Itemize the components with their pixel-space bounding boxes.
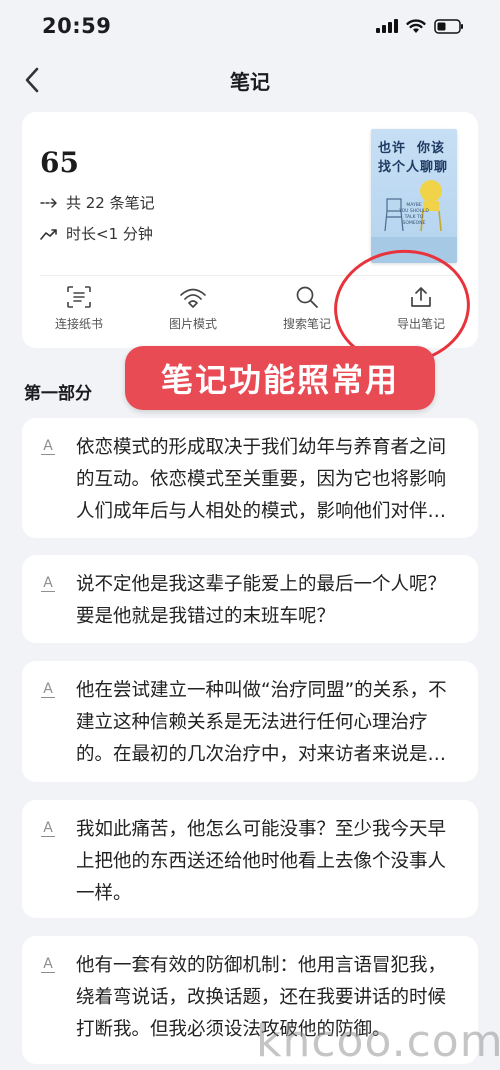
annotation-banner: 笔记功能照常用: [125, 346, 435, 410]
book-cover-title: 也许 你该 找个人聊聊: [378, 141, 449, 175]
score-value: 65: [40, 146, 79, 179]
note-card[interactable]: A 说不定他是我这辈子能爱上的最后一个人呢？要是他就是我错过的末班车呢？: [22, 555, 478, 643]
note-text: 依恋模式的形成取决于我们幼年与养育者之间的互动。依恋模式至关重要，因为它也将影响…: [76, 437, 447, 522]
export-icon: [411, 287, 431, 307]
note-card[interactable]: A 他在尝试建立一种叫做“治疗同盟”的关系，不建立这种信赖关系是无法进行任何心理…: [22, 661, 478, 782]
status-bar: 20:59: [0, 0, 500, 52]
export-notes-label: 导出笔记: [396, 317, 445, 331]
note-card[interactable]: A 依恋模式的形成取决于我们幼年与养育者之间的互动。依恋模式至关重要，因为它也将…: [22, 418, 478, 538]
book-cover-subtitle: MAYBE YOU SHOULD TALK TO SOMEONE: [399, 203, 429, 226]
duration-row: 时长<1 分钟: [40, 223, 153, 244]
signal-icon: [376, 19, 398, 33]
status-time: 20:59: [42, 14, 112, 38]
notes-count: 共 22 条笔记: [66, 194, 155, 212]
underline-icon: A: [40, 575, 56, 593]
note-card[interactable]: A 我如此痛苦，他怎么可能没事？至少我今天早上把他的东西送还给他时他看上去像个没…: [22, 800, 478, 918]
note-text: 他在尝试建立一种叫做“治疗同盟”的关系，不建立这种信赖关系是无法进行任何心理治疗…: [76, 680, 447, 765]
reading-duration: 时长<1 分钟: [66, 225, 153, 243]
notes-count-row: 共 22 条笔记: [40, 192, 155, 213]
image-mode-button[interactable]: 图片模式: [136, 285, 250, 341]
battery-icon: [434, 18, 463, 34]
search-notes-button[interactable]: 搜索笔记: [250, 285, 364, 341]
chevron-left-icon: [25, 67, 39, 93]
trend-icon: [40, 228, 57, 240]
underline-icon: A: [40, 956, 56, 974]
notes-arrow-icon: [40, 197, 57, 208]
connect-book-label: 连接纸书: [54, 317, 103, 331]
underline-icon: A: [40, 820, 56, 838]
image-mode-icon: [180, 288, 206, 308]
notes-summary-card: 65 共 22 条笔记 时长<1 分钟 也许 你该 找个人聊聊 MAYBE YO…: [22, 112, 478, 348]
image-mode-label: 图片模式: [168, 317, 217, 331]
book-cover-floor: [371, 237, 457, 263]
note-text: 我如此痛苦，他怎么可能没事？至少我今天早上把他的东西送还给他时他看上去像个没事人…: [76, 819, 447, 904]
note-text: 说不定他是我这辈子能爱上的最后一个人呢？要是他就是我错过的末班车呢？: [76, 574, 447, 627]
connect-book-button[interactable]: 连接纸书: [22, 285, 136, 341]
search-icon: [296, 286, 318, 308]
nav-bar: 笔记: [0, 52, 500, 108]
underline-icon: A: [40, 681, 56, 699]
search-notes-label: 搜索笔记: [282, 317, 331, 331]
back-button[interactable]: [10, 58, 54, 102]
action-bar: 连接纸书 图片模式 搜索笔记 导出笔记: [22, 285, 478, 341]
section-title: 第一部分: [24, 384, 92, 404]
book-cover[interactable]: 也许 你该 找个人聊聊 MAYBE YOU SHOULD TALK TO SOM…: [371, 129, 457, 263]
underline-icon: A: [40, 438, 56, 456]
page-title: 笔记: [230, 69, 270, 94]
wifi-icon: [406, 18, 426, 33]
export-notes-button[interactable]: 导出笔记: [364, 285, 478, 341]
scan-text-icon: [67, 286, 91, 308]
status-icons: [376, 18, 464, 34]
divider: [40, 275, 460, 276]
watermark: khcoo.com: [256, 1016, 500, 1067]
